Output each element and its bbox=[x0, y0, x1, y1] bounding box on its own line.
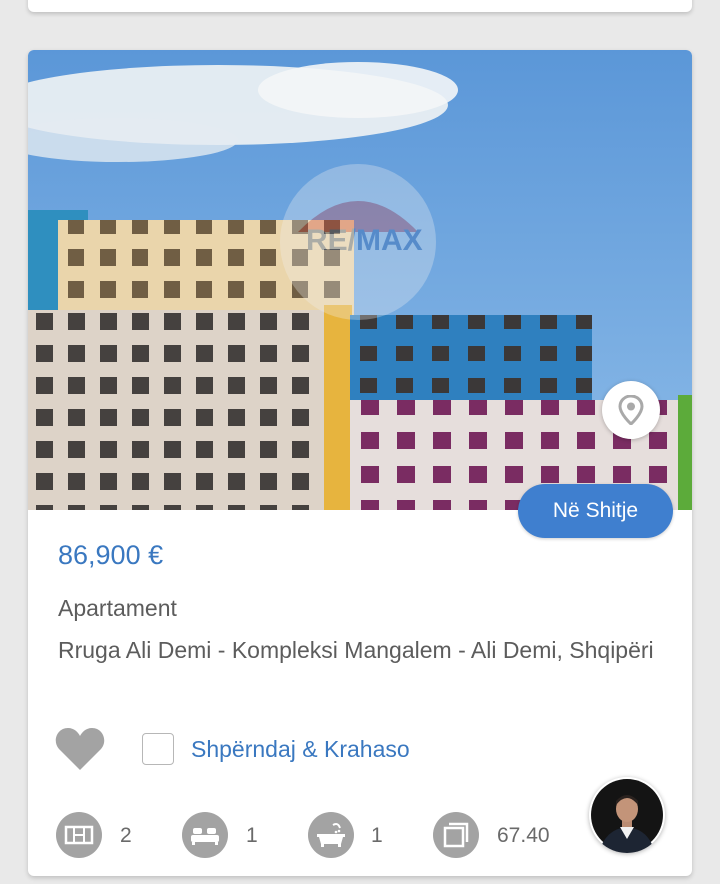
previous-listing-card bbox=[28, 0, 692, 12]
listing-address: Rruga Ali Demi - Kompleksi Mangalem - Al… bbox=[58, 637, 654, 663]
remax-watermark: RE/MAX bbox=[306, 224, 423, 257]
bed-icon bbox=[182, 812, 228, 858]
share-compare-link[interactable]: Shpërndaj & Krahaso bbox=[191, 736, 410, 763]
property-type: Apartament bbox=[58, 595, 177, 621]
listing-price: 86,900 € bbox=[58, 540, 164, 570]
bathtub-icon bbox=[308, 812, 354, 858]
listing-card[interactable]: RE/MAX Në Shitje 86,900 € Apartament Rru… bbox=[28, 50, 692, 876]
status-badge[interactable]: Në Shitje bbox=[518, 484, 673, 538]
heart-icon[interactable] bbox=[54, 726, 106, 772]
map-pin-icon bbox=[618, 395, 644, 425]
rooms-count: 2 bbox=[120, 824, 132, 847]
map-pin-button[interactable] bbox=[602, 381, 660, 439]
compare-checkbox[interactable] bbox=[142, 733, 174, 765]
bedrooms-count: 1 bbox=[246, 824, 258, 847]
bathrooms-count: 1 bbox=[371, 824, 383, 847]
listing-photo[interactable]: RE/MAX bbox=[28, 50, 692, 510]
area-value: 67.40 bbox=[497, 824, 550, 847]
rooms-icon bbox=[56, 812, 102, 858]
agent-avatar[interactable] bbox=[589, 777, 665, 853]
area-icon bbox=[433, 812, 479, 858]
